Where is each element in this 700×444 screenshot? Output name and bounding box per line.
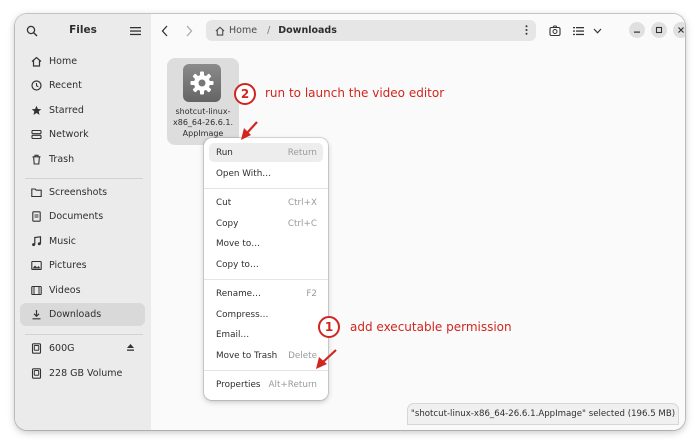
annotation-arrows bbox=[241, 121, 337, 369]
arrow-to-properties bbox=[316, 349, 337, 369]
arrow-to-run bbox=[241, 121, 258, 140]
